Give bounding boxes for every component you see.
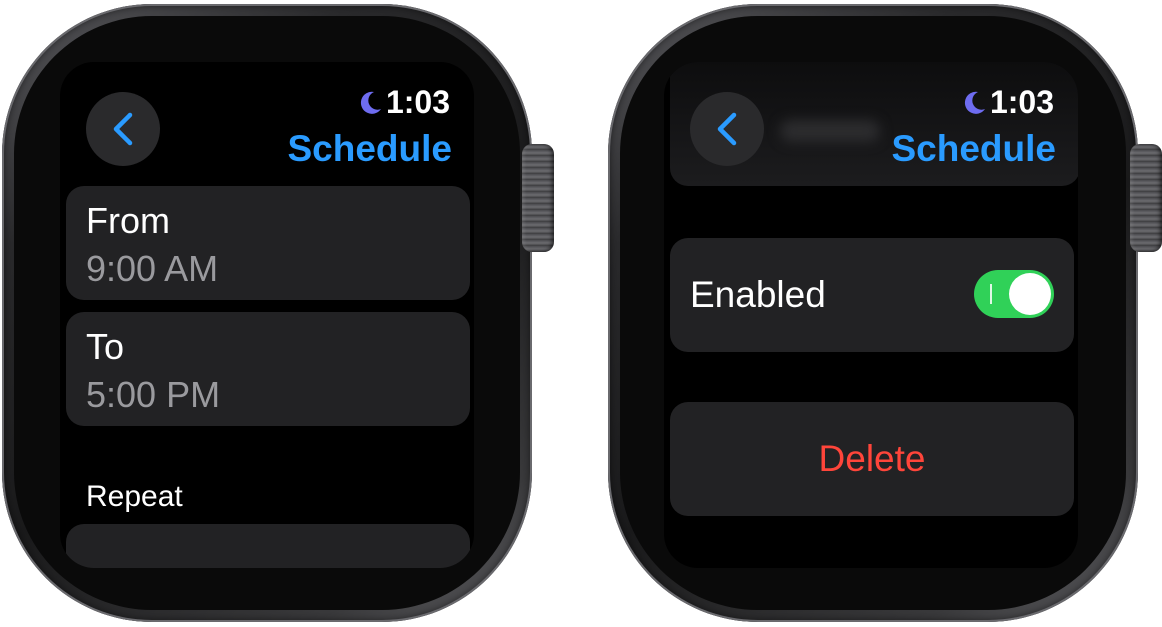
to-time-row[interactable]: To 5:00 PM: [66, 312, 470, 426]
blurred-content: [780, 120, 880, 142]
digital-crown[interactable]: [1130, 144, 1162, 252]
chevron-left-icon: [113, 112, 133, 146]
delete-button[interactable]: Delete: [670, 402, 1074, 516]
back-button[interactable]: [690, 92, 764, 166]
repeat-section-label: Repeat: [86, 480, 183, 513]
enabled-label: Enabled: [690, 274, 826, 315]
moon-icon: [964, 91, 985, 114]
comparison-stage: 1:03 Schedule From 9:00 AM To 5:00 PM Re…: [0, 0, 1162, 627]
apple-watch-left: 1:03 Schedule From 9:00 AM To 5:00 PM Re…: [2, 4, 554, 622]
delete-label: Delete: [818, 438, 926, 479]
watch-screen-left: 1:03 Schedule From 9:00 AM To 5:00 PM Re…: [60, 62, 474, 568]
digital-crown[interactable]: [522, 144, 554, 252]
page-title: Schedule: [287, 128, 453, 169]
status-time: 1:03: [385, 84, 450, 120]
from-time-row[interactable]: From 9:00 AM: [66, 186, 470, 300]
from-value: 9:00 AM: [86, 248, 219, 289]
apple-watch-right: 1:03 Schedule Enabled Delete: [608, 4, 1162, 622]
repeat-row[interactable]: [66, 524, 470, 568]
toggle-on-mark: [990, 284, 992, 304]
status-bar: 1:03: [960, 84, 1054, 121]
from-label: From: [86, 200, 170, 241]
moon-icon: [360, 91, 381, 114]
chevron-left-icon: [717, 112, 737, 146]
to-label: To: [86, 326, 125, 367]
enabled-toggle[interactable]: [974, 270, 1054, 318]
page-title: Schedule: [891, 128, 1057, 169]
status-bar: 1:03: [356, 84, 450, 121]
back-button[interactable]: [86, 92, 160, 166]
status-time: 1:03: [989, 84, 1054, 120]
to-value: 5:00 PM: [86, 374, 221, 415]
watch-screen-right: 1:03 Schedule Enabled Delete: [664, 62, 1078, 568]
toggle-knob: [1009, 273, 1051, 315]
enabled-toggle-row: Enabled: [670, 238, 1074, 352]
